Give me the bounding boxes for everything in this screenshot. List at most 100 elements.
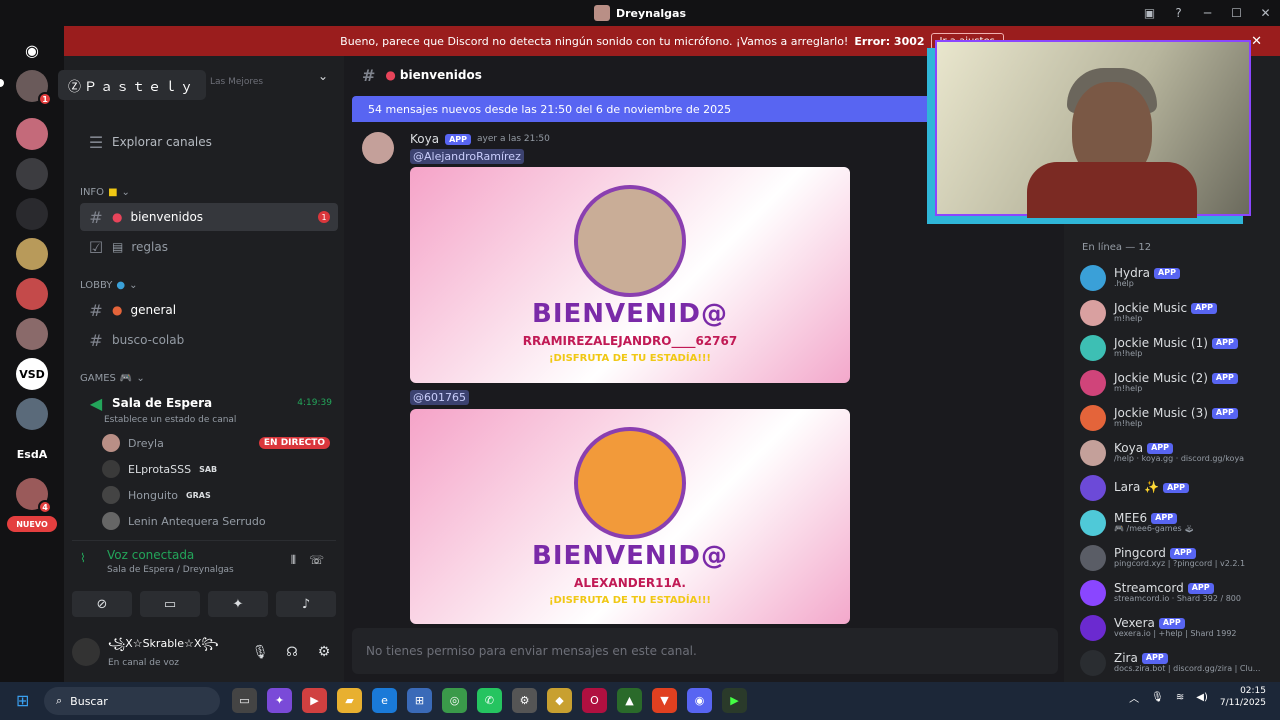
welcome-card[interactable]: BIENVENID@ RRAMIREZALEJANDRO____62767 ¡D… <box>410 167 850 383</box>
avatar[interactable] <box>72 638 100 666</box>
server-icon[interactable] <box>16 238 48 270</box>
member-item[interactable]: Pingcord APP pingcord.xyz | ?pingcord | v2… <box>1080 542 1280 574</box>
opera-icon[interactable]: O <box>582 688 607 713</box>
member-status: docs.zira.bot | discord.gg/zira | Clu... <box>1114 665 1261 674</box>
voice-user-name: Honguito <box>128 488 179 502</box>
member-item[interactable]: Zira APP docs.zira.bot | discord.gg/zira |… <box>1080 647 1280 679</box>
member-item[interactable]: Jockie Music (1) APP m!help <box>1080 332 1280 364</box>
volume-icon[interactable]: ◀) <box>1196 692 1208 703</box>
gear-icon[interactable]: ⚙ <box>312 644 336 660</box>
channel-reglas[interactable]: ☑ ▤ reglas <box>80 233 338 261</box>
chevron-up-icon[interactable]: ︿ <box>1129 690 1139 705</box>
app-icon[interactable]: ▶ <box>722 688 747 713</box>
mic-icon[interactable]: 🎙 <box>248 645 272 660</box>
server-icon-esda[interactable]: EsdA <box>16 438 48 470</box>
members-header: En línea — 12 <box>1082 242 1152 253</box>
close-banner-icon[interactable]: ✕ <box>1251 34 1262 49</box>
discord-icon[interactable]: ◉ <box>687 688 712 713</box>
category-label: LOBBY <box>80 280 113 291</box>
taskbar-search[interactable]: ⌕ Buscar <box>44 687 220 715</box>
avatar <box>1080 405 1106 431</box>
camera-off-button[interactable]: ⊘ <box>72 591 132 617</box>
welcome-card[interactable]: BIENVENID@ ALEXANDER11A. ¡DISFRUTA DE TU… <box>410 409 850 624</box>
headphones-icon[interactable]: ☊ <box>280 645 304 660</box>
server-icon[interactable]: 4 <box>16 478 52 514</box>
chevron-down-icon[interactable]: ⌄ <box>318 69 328 83</box>
help-icon[interactable]: ? <box>1164 6 1193 20</box>
server-icon-pastely[interactable]: 1 <box>16 70 52 106</box>
member-item[interactable]: Jockie Music (3) APP m!help <box>1080 402 1280 434</box>
globe-icon: ● <box>116 280 126 291</box>
inbox-icon[interactable]: ▣ <box>1135 6 1164 20</box>
member-item[interactable]: Jockie Music APP m!help <box>1080 297 1280 329</box>
wifi-icon[interactable]: ≋ <box>1176 692 1184 703</box>
member-status: 🎮 /mee6-games 🕹 <box>1114 525 1195 534</box>
user-mention[interactable]: @AlejandroRamírez <box>410 149 524 164</box>
new-messages-bar[interactable]: 54 mensajes nuevos desde las 21:50 del 6… <box>352 96 952 122</box>
message-author[interactable]: Koya <box>410 132 439 146</box>
channel-bienvenidos[interactable]: # ● bienvenidos 1 <box>80 203 338 231</box>
server-icon[interactable] <box>16 118 48 150</box>
channel-busco-colab[interactable]: # busco-colab <box>80 326 338 354</box>
member-item[interactable]: Hydra APP .help <box>1080 262 1280 294</box>
edge-icon[interactable]: e <box>372 688 397 713</box>
server-icon[interactable] <box>16 398 48 430</box>
voice-user[interactable]: Honguito GRAS <box>102 486 211 504</box>
windows-start-icon[interactable]: ⊞ <box>16 691 29 710</box>
member-item[interactable]: Lara ✨ APP <box>1080 472 1280 504</box>
category-info[interactable]: INFO ■ ⌄ <box>80 187 130 198</box>
noise-suppression-icon[interactable]: ⦀ <box>291 553 296 568</box>
app-icon[interactable]: ▶ <box>302 688 327 713</box>
channel-status-hint[interactable]: Establece un estado de canal <box>104 415 236 425</box>
member-name: Jockie Music <box>1114 301 1188 315</box>
server-icon[interactable]: VSD <box>16 358 48 390</box>
category-games[interactable]: GAMES 🎮 ⌄ <box>80 373 145 384</box>
file-explorer-icon[interactable]: ▰ <box>337 688 362 713</box>
category-lobby[interactable]: LOBBY ● ⌄ <box>80 280 138 291</box>
server-icon[interactable] <box>16 158 48 190</box>
server-icon[interactable] <box>16 318 48 350</box>
taskview-icon[interactable]: ▭ <box>232 688 257 713</box>
member-item[interactable]: Streamcord APP streamcord.io · Shard 392 /… <box>1080 577 1280 609</box>
member-item[interactable]: Jockie Music (2) APP m!help <box>1080 367 1280 399</box>
channel-label: reglas <box>131 240 168 254</box>
screen-share-button[interactable]: ▭ <box>140 591 200 617</box>
minimize-button[interactable]: ─ <box>1193 6 1222 20</box>
voice-user[interactable]: Dreyla <box>102 434 164 452</box>
chrome-icon[interactable]: ◎ <box>442 688 467 713</box>
member-item[interactable]: Koya APP/help · koya.gg · discord.gg/koya <box>1080 437 1280 469</box>
app-icon[interactable]: ⚙ <box>512 688 537 713</box>
member-name: Jockie Music (3) <box>1114 406 1208 420</box>
avatar <box>102 512 120 530</box>
member-item[interactable]: Vexera APP vexera.io | +help | Shard 1992 <box>1080 612 1280 644</box>
activities-button[interactable]: ✦ <box>208 591 268 617</box>
voice-status-title[interactable]: Voz conectada <box>107 548 194 562</box>
app-icon[interactable]: ◆ <box>547 688 572 713</box>
voice-status-subtitle[interactable]: Sala de Espera / Dreynalgas <box>107 565 234 575</box>
channel-general[interactable]: # ● general <box>80 296 338 324</box>
disconnect-icon[interactable]: ☏ <box>309 553 324 567</box>
voice-user[interactable]: Lenin Antequera Serrudo <box>102 512 266 530</box>
brave-icon[interactable]: ▼ <box>652 688 677 713</box>
maximize-button[interactable]: ☐ <box>1222 6 1251 20</box>
member-name: Zira <box>1114 651 1138 665</box>
server-icon[interactable] <box>16 198 48 230</box>
close-button[interactable]: ✕ <box>1251 6 1280 20</box>
card-enjoy: ¡DISFRUTA DE TU ESTADÍA!!! <box>549 353 711 364</box>
server-icon[interactable] <box>16 278 48 310</box>
copilot-icon[interactable]: ✦ <box>267 688 292 713</box>
user-mention[interactable]: @601765 <box>410 390 469 405</box>
avatar[interactable] <box>362 132 394 164</box>
app-tag: APP <box>1141 653 1168 664</box>
voice-channel-sala[interactable]: ◀ Sala de Espera 4:19:39 <box>80 389 338 417</box>
member-item[interactable]: MEE6 APP 🎮 /mee6-games 🕹 <box>1080 507 1280 539</box>
voice-user[interactable]: ELprotaSSS SAB <box>102 460 217 478</box>
explore-channels[interactable]: ☰ Explorar canales <box>80 128 338 156</box>
store-icon[interactable]: ⊞ <box>407 688 432 713</box>
discord-home-icon[interactable]: ◉ <box>16 34 48 66</box>
clock[interactable]: 02:15 7/11/2025 <box>1220 686 1266 709</box>
soundboard-button[interactable]: ♪ <box>276 591 336 617</box>
whatsapp-icon[interactable]: ✆ <box>477 688 502 713</box>
mic-icon[interactable]: 🎙 <box>1151 692 1164 703</box>
nvidia-icon[interactable]: ▲ <box>617 688 642 713</box>
